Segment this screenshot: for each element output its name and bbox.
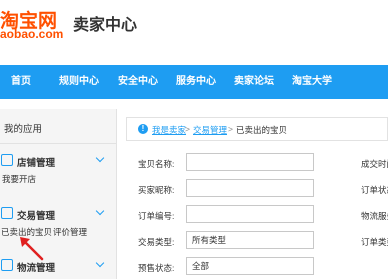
top-nav: 首页 规则中心 安全中心 服务中心 卖家论坛 淘宝大学 <box>0 65 388 99</box>
trade-icon <box>1 207 13 219</box>
breadcrumb-current: 已卖出的宝贝 <box>236 125 288 135</box>
nav-item-university[interactable]: 淘宝大学 <box>292 65 332 99</box>
trade-type-label: 交易类型: <box>138 237 175 247</box>
breadcrumb-link-seller[interactable]: 我是卖家 <box>152 124 186 136</box>
sidebar-heading-label: 我的应用 <box>4 124 43 135</box>
buyer-nick-input[interactable] <box>186 179 314 197</box>
annotation-arrow-icon <box>20 237 44 261</box>
info-icon: ! <box>138 124 148 134</box>
item-name-label: 宝贝名称: <box>138 159 175 169</box>
sidebar-group-store[interactable]: 店铺管理 <box>17 155 55 169</box>
taobao-logo-domain: aobao.com <box>0 27 64 41</box>
page-title: 卖家中心 <box>73 17 138 34</box>
sidebar-group-trade[interactable]: 交易管理 <box>17 208 55 222</box>
order-status-label: 订单状态 <box>361 185 388 195</box>
logistics-icon <box>1 259 13 271</box>
presale-status-label: 预售状态: <box>138 263 175 273</box>
breadcrumb-separator: > <box>228 124 233 134</box>
nav-item-rules[interactable]: 规则中心 <box>59 65 99 99</box>
chevron-down-icon[interactable] <box>95 153 105 163</box>
item-name-input[interactable] <box>186 153 314 171</box>
sidebar-heading: 我的应用 <box>0 109 116 144</box>
breadcrumb: ! 我是卖家 > 交易管理 > 已卖出的宝贝 <box>126 117 388 141</box>
chevron-down-icon[interactable] <box>95 258 105 268</box>
nav-item-home[interactable]: 首页 <box>11 65 31 99</box>
order-no-input[interactable] <box>186 205 314 223</box>
breadcrumb-link-trade[interactable]: 交易管理 <box>193 124 227 136</box>
nav-item-forum[interactable]: 卖家论坛 <box>234 65 274 99</box>
sidebar-link-reviews[interactable]: 评价管理 <box>53 226 87 238</box>
buyer-nick-label: 买家昵称: <box>138 185 175 195</box>
logistics-service-label: 物流服务 <box>361 211 388 221</box>
trade-type-select[interactable]: 所有类型 <box>186 231 314 249</box>
header: 淘宝网 aobao.com 卖家中心 <box>0 0 388 56</box>
nav-item-service[interactable]: 服务中心 <box>176 65 216 99</box>
deal-time-label: 成交时间 <box>361 159 388 169</box>
nav-item-security[interactable]: 安全中心 <box>118 65 158 99</box>
order-no-label: 订单编号: <box>138 211 175 221</box>
order-type-label: 订单类型 <box>361 237 388 247</box>
chevron-down-icon[interactable] <box>95 206 105 216</box>
breadcrumb-separator: > <box>185 124 190 134</box>
presale-status-select[interactable]: 全部 <box>186 257 314 275</box>
sidebar-link-open-store[interactable]: 我要开店 <box>2 173 36 185</box>
store-icon <box>1 154 13 166</box>
